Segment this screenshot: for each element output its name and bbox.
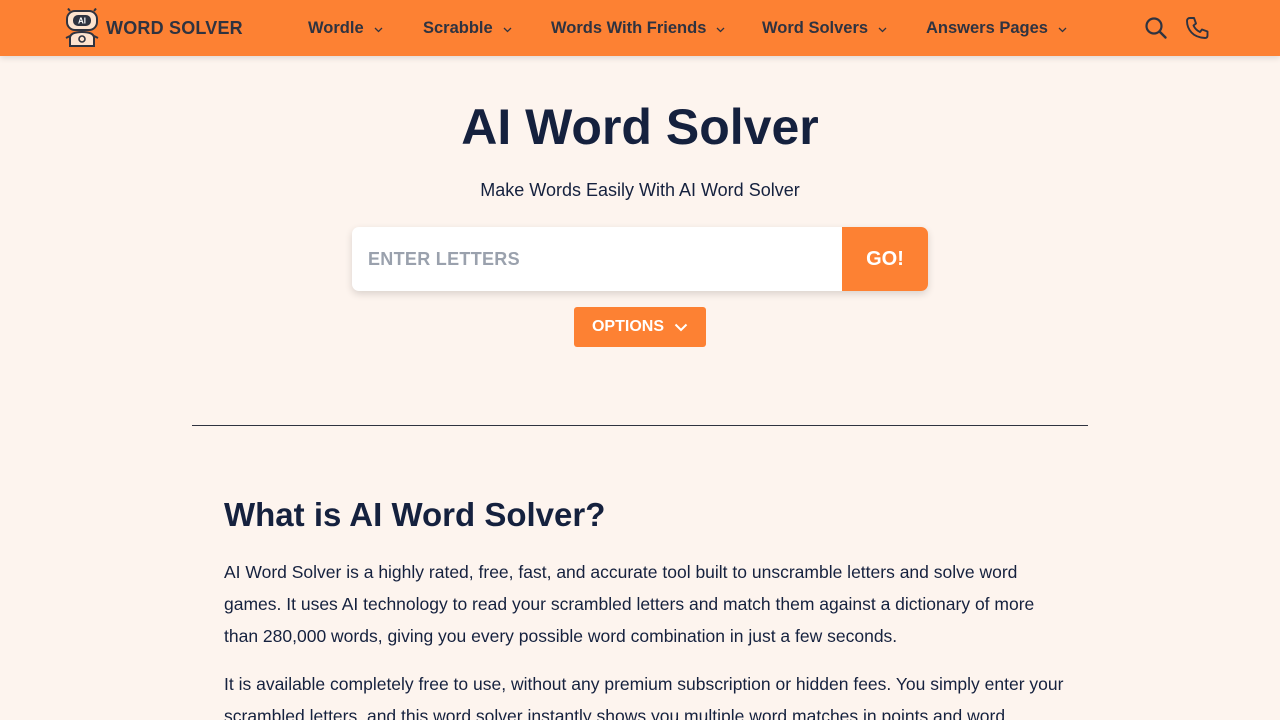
options-dropdown-button[interactable]: OPTIONS: [574, 307, 706, 347]
logo-badge-text: AI: [78, 17, 86, 26]
top-navigation-bar: AI WORD SOLVER Wordle Scrabble Words Wit…: [0, 0, 1280, 56]
chevron-down-icon: [716, 27, 725, 32]
nav-item-label: Words With Friends: [551, 18, 707, 37]
search-icon: [1145, 17, 1167, 39]
nav-item-answers-pages[interactable]: Answers Pages: [926, 0, 1067, 56]
chevron-down-icon: [878, 27, 887, 32]
nav-item-label: Answers Pages: [926, 18, 1048, 37]
nav-item-wordle[interactable]: Wordle: [308, 0, 383, 56]
nav-item-label: Word Solvers: [762, 18, 869, 37]
section-heading: What is AI Word Solver?: [224, 496, 606, 533]
contact-button[interactable]: [1183, 14, 1211, 42]
site-logo-link[interactable]: AI WORD SOLVER: [64, 6, 243, 50]
nav-item-scrabble[interactable]: Scrabble: [423, 0, 512, 56]
robot-logo-icon: AI: [65, 8, 99, 47]
chevron-down-icon: [1058, 27, 1067, 32]
nav-item-label: Scrabble: [423, 18, 493, 37]
article-paragraph: It is available completely free to use, …: [224, 674, 1064, 720]
page-subtitle: Make Words Easily With AI Word Solver: [480, 180, 800, 200]
chevron-down-icon: [374, 27, 383, 32]
letters-input[interactable]: [352, 227, 842, 291]
nav-item-words-with-friends[interactable]: Words With Friends: [551, 0, 725, 56]
go-button[interactable]: GO!: [842, 227, 928, 291]
search-button[interactable]: [1142, 14, 1170, 42]
nav-item-word-solvers[interactable]: Word Solvers: [762, 0, 887, 56]
article-paragraph: AI Word Solver is a highly rated, free, …: [224, 562, 1035, 646]
nav-item-label: Wordle: [308, 18, 364, 37]
phone-icon: [1186, 17, 1209, 39]
chevron-down-icon: [674, 323, 688, 331]
letters-search-form: GO!: [352, 227, 928, 291]
page-title: AI Word Solver: [461, 99, 819, 155]
section-divider: [192, 425, 1088, 426]
chevron-down-icon: [503, 27, 512, 32]
options-label: OPTIONS: [591, 318, 664, 335]
brand-name: WORD SOLVER: [106, 17, 243, 38]
